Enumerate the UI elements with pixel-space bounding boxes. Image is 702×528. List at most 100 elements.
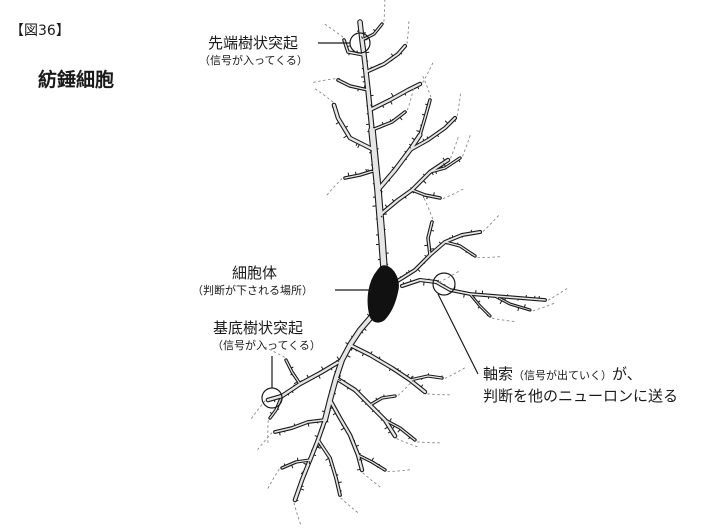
dendritic-spine — [406, 373, 410, 377]
dendrite-dashed-extension — [387, 469, 412, 473]
dendrite-dashed-extension — [417, 441, 441, 444]
dendritic-spine — [442, 157, 446, 161]
dendritic-spine — [390, 101, 393, 105]
dendritic-spine — [422, 173, 426, 176]
dendrite-dashed-extension — [293, 502, 302, 526]
dendritic-spine — [438, 241, 442, 245]
dendritic-spine — [420, 384, 424, 388]
dendritic-spine — [417, 268, 421, 272]
dendritic-spine — [336, 356, 340, 361]
dendritic-spine — [366, 313, 370, 317]
dendrite-dashed-extension — [462, 134, 471, 157]
dendritic-spine — [338, 77, 340, 80]
dendritic-spine — [363, 84, 366, 89]
dendritic-spine — [465, 251, 468, 253]
dendritic-spine — [332, 412, 337, 416]
dendritic-spine — [370, 66, 373, 69]
dendrite-branch-outline — [363, 43, 408, 75]
dendritic-spine — [391, 59, 393, 62]
dendrite-dashed-extension — [313, 87, 334, 103]
dendritic-spine — [341, 424, 343, 426]
dendritic-spine — [303, 462, 307, 465]
dendrite-dashed-extension — [340, 497, 359, 514]
dendrite-dashed-extension — [427, 393, 451, 396]
dendritic-spine — [402, 282, 405, 285]
dendritic-spine — [296, 499, 299, 502]
dendrite-dashed-extension — [263, 346, 285, 358]
dendritic-spine — [391, 198, 395, 202]
dendritic-spine — [443, 284, 446, 286]
dendrite-branch-fill — [376, 133, 422, 192]
dendritic-spine — [384, 204, 388, 208]
dendrite-dashed-extension — [482, 214, 500, 232]
dendrite-dashed-extension — [406, 20, 410, 44]
dendritic-spine — [306, 374, 309, 378]
dendritic-spine — [422, 180, 427, 184]
dendritic-spine — [391, 166, 395, 169]
dendritic-spine — [436, 134, 440, 138]
dendritic-spine — [371, 410, 374, 413]
dendrite-branch-fill — [419, 99, 431, 136]
dendritic-spine — [424, 103, 428, 106]
dendritic-spine — [269, 411, 273, 415]
dendritic-spine — [357, 144, 360, 149]
dendritic-spine — [391, 168, 394, 171]
dendrite-dashed-extension — [423, 197, 434, 220]
dendritic-spine — [300, 488, 305, 491]
dendritic-spine — [435, 171, 437, 175]
dendritic-spine — [273, 399, 276, 403]
dendritic-spine — [405, 158, 408, 161]
dendritic-spine — [391, 118, 394, 121]
dendritic-spine — [300, 472, 303, 475]
dendritic-spine — [291, 464, 294, 469]
cell-body — [367, 265, 399, 323]
axon-leader-line — [437, 293, 479, 375]
dendritic-spine — [411, 137, 415, 141]
dendritic-spine — [399, 116, 403, 121]
dendrite-branch-outline — [347, 342, 428, 395]
dendrite-dashed-extension — [362, 472, 382, 489]
dendritic-spine — [293, 384, 295, 387]
neuron-illustration — [250, 0, 569, 526]
dendritic-spine — [343, 135, 348, 139]
dendrite-dashed-extension — [397, 378, 415, 396]
dendritic-spine — [377, 466, 379, 469]
dendrite-dashed-extension — [492, 317, 516, 323]
dendrite-dashed-extension — [383, 0, 386, 22]
dendritic-spine — [371, 457, 374, 462]
dendrite-dashed-extension — [421, 74, 432, 98]
dendrite-extension-dashes — [250, 0, 569, 526]
dendritic-spine — [397, 428, 401, 433]
dendritic-spine — [345, 125, 349, 128]
dendrite-tree — [265, 19, 547, 503]
dendritic-spine — [358, 389, 361, 392]
dendrite-dashed-extension — [311, 78, 336, 84]
dendritic-spine — [426, 196, 428, 200]
dendritic-spine — [400, 52, 403, 55]
dendritic-spine — [499, 300, 503, 305]
dendrite-dashed-extension — [547, 287, 569, 301]
dendritic-spine — [335, 121, 340, 125]
dendritic-spine — [424, 254, 427, 258]
dendrite-branch-outline — [360, 22, 384, 42]
dendritic-spine — [388, 368, 391, 372]
dendrite-dashed-extension — [256, 432, 273, 451]
dendritic-spine — [404, 196, 407, 199]
dendritic-spine — [347, 172, 350, 177]
dendritic-spine — [408, 436, 411, 440]
dendritic-spine — [458, 159, 461, 163]
dendrite-dashed-extension — [422, 61, 434, 83]
dendritic-spine — [343, 379, 346, 382]
dendritic-spine — [363, 328, 367, 331]
dendritic-spine — [378, 410, 380, 412]
dendritic-spine — [354, 171, 357, 175]
dendrite-dashed-extension — [477, 256, 502, 259]
dendritic-spine — [463, 293, 465, 298]
dendritic-spine — [321, 366, 324, 370]
dendritic-spine — [486, 314, 489, 317]
dendrite-dashed-extension — [456, 92, 462, 116]
dendritic-spine — [390, 53, 394, 57]
dendrite-dashed-extension — [442, 188, 465, 200]
dendritic-spine — [390, 92, 394, 97]
dendritic-spine — [336, 474, 339, 476]
